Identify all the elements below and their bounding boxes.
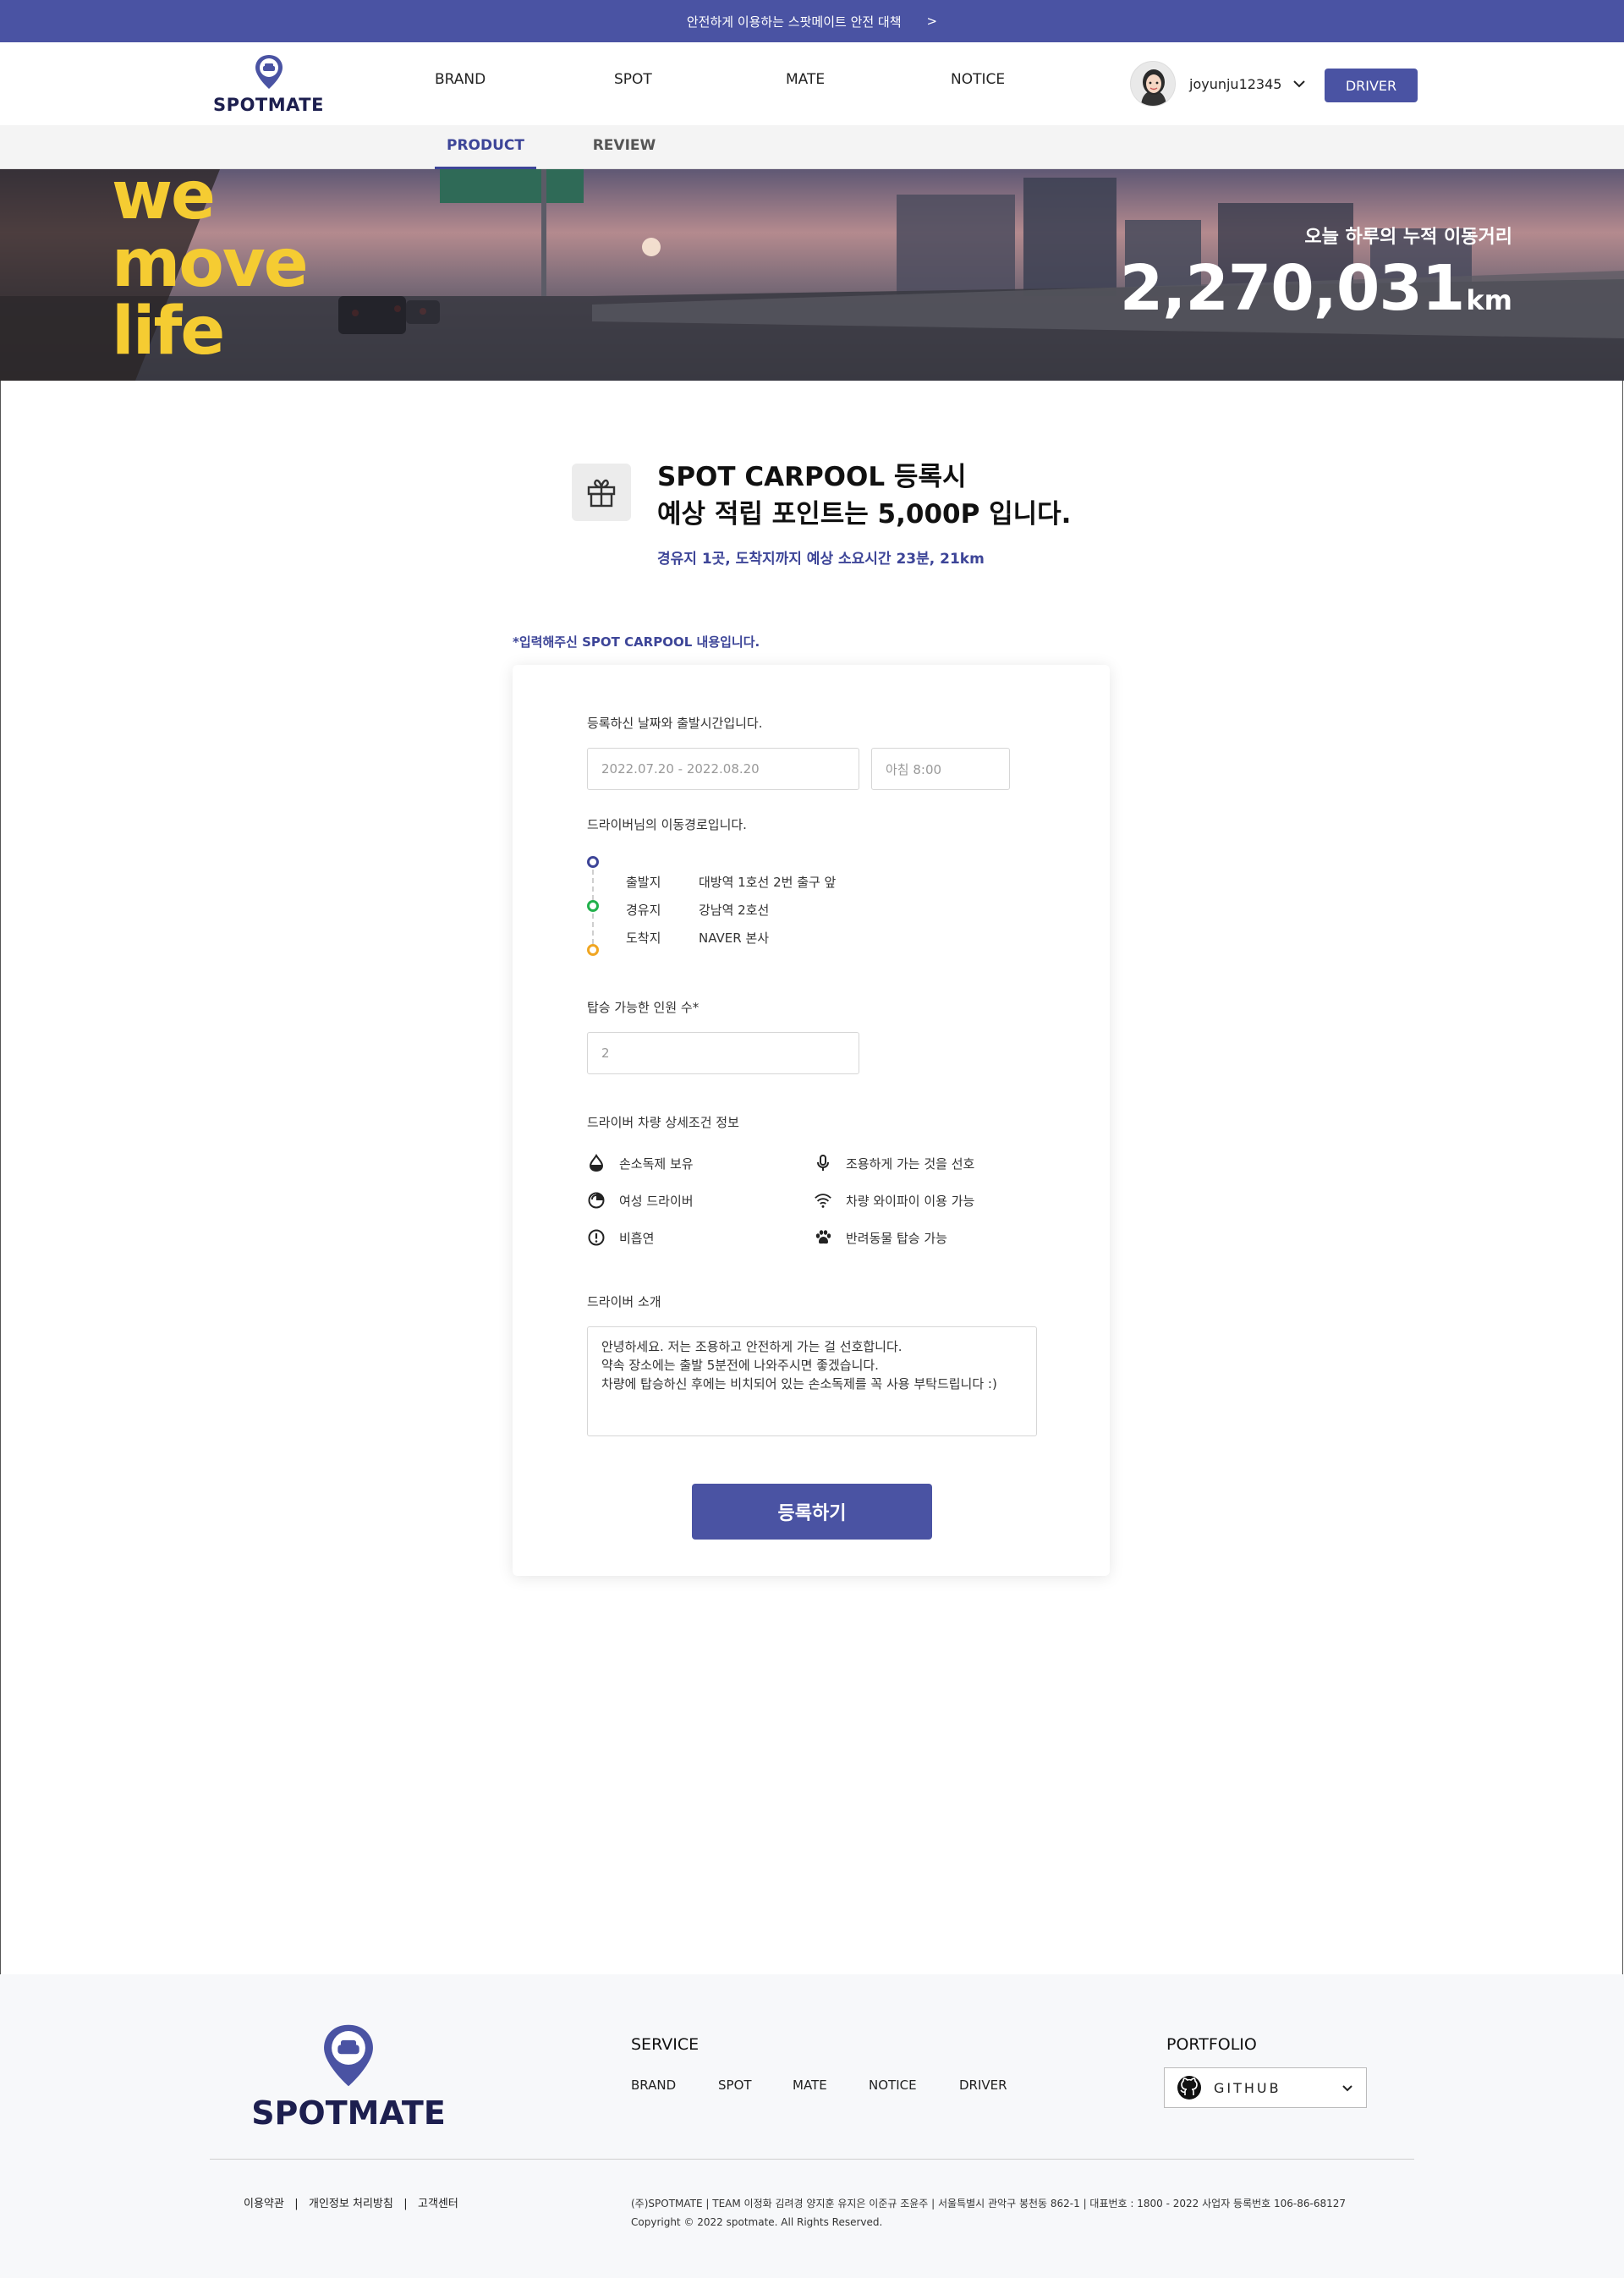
microphone-icon — [814, 1154, 832, 1172]
waypoint-place: 강남역 2호선 — [699, 903, 770, 918]
nav-notice[interactable]: NOTICE — [951, 71, 1005, 88]
departure-time-field[interactable]: 아침 8:00 — [871, 748, 1010, 790]
page-border-right — [1622, 381, 1623, 1974]
tab-review[interactable]: REVIEW — [584, 125, 665, 169]
footer-logo-text: SPOTMATE — [251, 2094, 446, 2132]
option-label: 여성 드라이버 — [619, 1193, 694, 1209]
distance-caption: 오늘 하루의 누적 이동거리 — [1304, 227, 1512, 248]
destination-dot-icon — [587, 944, 599, 956]
slogan-line: we — [112, 169, 216, 234]
chevron-down-icon[interactable] — [1292, 76, 1307, 91]
driver-intro-label: 드라이버 소개 — [587, 1294, 661, 1309]
carpool-summary-card: 등록하신 날짜와 출발시간입니다. 2022.07.20 - 2022.08.2… — [513, 665, 1110, 1576]
option-pets: 반려동물 탑승 가능 — [814, 1228, 947, 1247]
chevron-down-icon — [1342, 2085, 1352, 2092]
legal-links[interactable]: 이용약관 | 개인정보 처리방침 | 고객센터 — [244, 2194, 458, 2210]
option-label: 조용하게 가는 것을 선호 — [846, 1155, 975, 1172]
avatar — [1130, 61, 1176, 107]
distance-value: 2,270,031 — [1119, 252, 1466, 325]
safety-notice-bar[interactable]: 안전하게 이용하는 스팟메이트 안전 대책 > — [0, 0, 1624, 42]
location-pin-icon — [324, 2024, 373, 2087]
footer-logo[interactable]: SPOTMATE — [249, 2023, 448, 2132]
points-title-line: 예상 적립 포인트는 5,000P 입니다. — [657, 499, 1072, 530]
notice-arrow-icon: > — [926, 14, 938, 29]
no-smoking-icon — [587, 1228, 606, 1247]
route-label: 드라이버님의 이동경로입니다. — [587, 817, 747, 832]
distance-counter: 2,270,031km — [1120, 252, 1512, 325]
register-button[interactable]: 등록하기 — [692, 1484, 932, 1540]
driver-intro-textarea[interactable]: 안녕하세요. 저는 조용하고 안전하게 가는 걸 선호합니다. 약속 장소에는 … — [587, 1326, 1037, 1436]
tab-product[interactable]: PRODUCT — [435, 125, 536, 169]
waypoint-dot-icon — [587, 900, 599, 912]
option-sanitizer: 손소독제 보유 — [587, 1154, 694, 1172]
username: joyunju12345 — [1189, 75, 1282, 92]
paw-icon — [814, 1228, 832, 1247]
logo-text: SPOTMATE — [213, 95, 324, 115]
driver-button[interactable]: DRIVER — [1325, 69, 1418, 102]
nav-brand[interactable]: BRAND — [435, 71, 486, 88]
option-female-driver: 여성 드라이버 — [587, 1191, 694, 1210]
destination-type: 도착지 — [626, 930, 661, 946]
wifi-icon — [814, 1191, 832, 1210]
points-title-line: SPOT CARPOOL 등록시 — [657, 462, 967, 492]
slogan-line: move — [112, 226, 309, 302]
option-quiet: 조용하게 가는 것을 선호 — [814, 1154, 974, 1172]
option-label: 차량 와이파이 이용 가능 — [846, 1193, 975, 1209]
sanitizer-icon — [587, 1154, 606, 1172]
destination-place: NAVER 본사 — [699, 930, 770, 946]
hero-slogan: we move life — [112, 169, 309, 370]
origin-dot-icon — [587, 856, 599, 868]
portfolio-heading: PORTFOLIO — [1166, 2035, 1257, 2054]
footer-link-mate[interactable]: MATE — [793, 2078, 827, 2093]
date-range-field[interactable]: 2022.07.20 - 2022.08.20 — [587, 748, 859, 790]
points-title: SPOT CARPOOL 등록시 예상 적립 포인트는 5,000P 입니다. — [657, 458, 1071, 533]
option-wifi: 차량 와이파이 이용 가능 — [814, 1191, 974, 1210]
option-label: 손소독제 보유 — [619, 1155, 694, 1172]
option-label: 반려동물 탑승 가능 — [846, 1230, 947, 1246]
site-footer: SPOTMATE SERVICE BRAND SPOT MATE NOTICE … — [0, 1974, 1624, 2278]
github-select[interactable]: GITHUB — [1164, 2067, 1367, 2108]
gift-icon-box — [572, 464, 631, 521]
hero-banner: we move life 오늘 하루의 누적 이동거리 2,270,031km — [0, 169, 1624, 381]
footer-link-driver[interactable]: DRIVER — [959, 2078, 1007, 2093]
origin-place: 대방역 1호선 2번 출구 앞 — [699, 875, 837, 890]
service-heading: SERVICE — [631, 2035, 700, 2054]
github-label: GITHUB — [1214, 2079, 1281, 2096]
option-non-smoking: 비흡연 — [587, 1228, 654, 1247]
safety-notice-text: 안전하게 이용하는 스팟메이트 안전 대책 — [686, 14, 902, 30]
github-icon — [1177, 2076, 1201, 2100]
date-label: 등록하신 날짜와 출발시간입니다. — [587, 716, 763, 731]
footer-divider — [210, 2159, 1414, 2160]
option-label: 비흡연 — [619, 1230, 655, 1246]
form-note: *입력해주신 SPOT CARPOOL 내용입니다. — [513, 634, 760, 650]
distance-unit: km — [1466, 284, 1512, 316]
gift-icon — [587, 479, 616, 508]
user-menu[interactable]: joyunju12345 — [1130, 61, 1307, 107]
spotmate-logo[interactable]: SPOTMATE — [207, 54, 330, 115]
passengers-field[interactable]: 2 — [587, 1032, 859, 1074]
footer-link-notice[interactable]: NOTICE — [869, 2078, 917, 2093]
female-icon — [587, 1191, 606, 1210]
footer-link-spot[interactable]: SPOT — [718, 2078, 752, 2093]
location-pin-icon — [255, 55, 283, 89]
product-subnav: PRODUCT REVIEW — [0, 125, 1624, 169]
route-connector — [592, 870, 594, 900]
nav-spot[interactable]: SPOT — [614, 71, 652, 88]
site-header: SPOTMATE BRAND SPOT MATE NOTICE joyunju1… — [0, 42, 1624, 125]
route-summary: 경유지 1곳, 도착지까지 예상 소요시간 23분, 21km — [657, 551, 985, 568]
passengers-label: 탑승 가능한 인원 수* — [587, 1000, 700, 1015]
route-connector — [592, 914, 594, 944]
footer-link-brand[interactable]: BRAND — [631, 2078, 676, 2093]
company-info: (주)SPOTMATE | TEAM 이정화 김려경 양지훈 유지은 이준규 조… — [631, 2198, 1347, 2209]
slogan-line: life — [112, 294, 225, 370]
nav-mate[interactable]: MATE — [786, 71, 825, 88]
page-border-left — [0, 381, 1, 1974]
options-label: 드라이버 차량 상세조건 정보 — [587, 1115, 739, 1130]
origin-type: 출발지 — [626, 875, 661, 890]
waypoint-type: 경유지 — [626, 903, 661, 918]
copyright: Copyright © 2022 spotmate. All Rights Re… — [631, 2216, 883, 2228]
